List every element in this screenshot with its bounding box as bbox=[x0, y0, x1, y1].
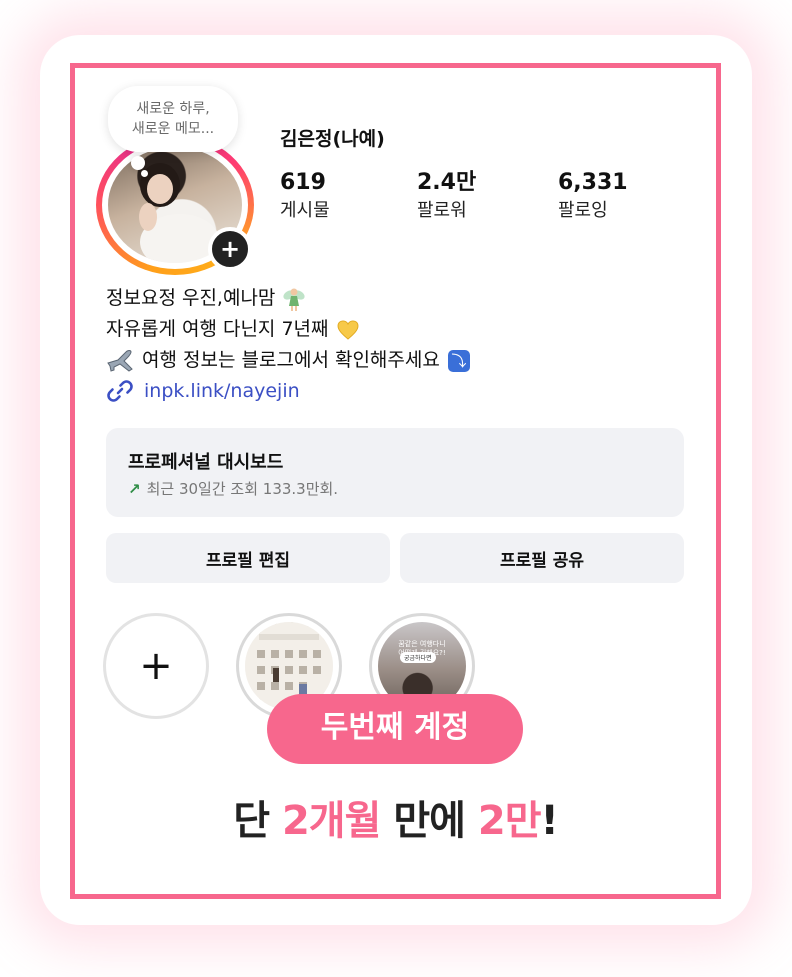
yellow-heart-icon bbox=[337, 319, 359, 340]
profile-username: 김은정(나예) bbox=[280, 128, 385, 150]
note-line-1: 새로운 하루, bbox=[136, 101, 210, 117]
stat-followers-label: 팔로워 bbox=[417, 200, 467, 221]
plus-icon: + bbox=[139, 643, 173, 689]
stat-following-value: 6,331 bbox=[558, 170, 628, 195]
note-bubble-tail bbox=[131, 156, 145, 170]
fairy-icon bbox=[283, 288, 306, 311]
new-highlight-button[interactable]: + bbox=[103, 613, 209, 719]
note-bubble-tail-small bbox=[141, 170, 148, 177]
bio-line-1-text: 정보요정 우진,예나맘 bbox=[106, 287, 276, 309]
headline-part-1: 단 bbox=[233, 798, 282, 844]
dashboard-subtitle: ↗ 최근 30일간 조회 133.3만회. bbox=[128, 478, 338, 499]
dashboard-title: 프로페셔널 대시보드 bbox=[128, 452, 284, 473]
note-line-2: 새로운 메모... bbox=[131, 121, 215, 137]
profile-link[interactable]: inpk.link/nayejin bbox=[106, 377, 300, 405]
second-account-pill: 두번째 계정 bbox=[267, 694, 523, 764]
stat-posts-value: 619 bbox=[280, 170, 326, 195]
highlight-2-caption-1: 꿈같은 여행다니 bbox=[398, 640, 446, 648]
add-story-icon[interactable]: + bbox=[208, 227, 252, 271]
stat-followers-value: 2.4만 bbox=[417, 170, 477, 195]
bio-line-3: 여행 정보는 블로그에서 확인해주세요 ⤵ bbox=[106, 345, 470, 376]
stat-following-label: 팔로잉 bbox=[558, 200, 608, 221]
professional-dashboard[interactable]: 프로페셔널 대시보드 ↗ 최근 30일간 조회 133.3만회. bbox=[106, 428, 684, 517]
stat-posts-label: 게시물 bbox=[280, 200, 330, 221]
headline-exclaim: ! bbox=[540, 798, 559, 844]
note-bubble[interactable]: 새로운 하루, 새로운 메모... bbox=[108, 86, 238, 152]
headline-highlight-months: 2개월 bbox=[281, 798, 381, 844]
highlight-2-chip: 궁금하다면 bbox=[400, 652, 436, 663]
share-profile-button[interactable]: 프로필 공유 bbox=[400, 533, 684, 583]
dashboard-subtitle-text: 최근 30일간 조회 133.3만회. bbox=[146, 480, 339, 498]
down-arrow-icon: ⤵ bbox=[447, 349, 470, 372]
screenshot-frame: 새로운 하루, 새로운 메모... + 김은정(나예) 619 게시물 2.4만… bbox=[70, 63, 721, 899]
link-icon bbox=[107, 380, 133, 402]
stat-following[interactable]: 6,331 팔로잉 bbox=[558, 168, 628, 224]
bio-line-2-text: 자유롭게 여행 다닌지 7년째 bbox=[106, 318, 329, 340]
headline: 단 2개월 만에 2만! bbox=[75, 788, 716, 846]
airplane-icon bbox=[107, 349, 133, 372]
bio-line-1: 정보요정 우진,예나맘 bbox=[106, 283, 470, 314]
edit-profile-button[interactable]: 프로필 편집 bbox=[106, 533, 390, 583]
headline-highlight-count: 2만 bbox=[477, 798, 542, 844]
headline-part-2: 만에 bbox=[380, 798, 478, 844]
bio-line-3-text: 여행 정보는 블로그에서 확인해주세요 bbox=[142, 349, 440, 371]
stat-posts[interactable]: 619 게시물 bbox=[280, 168, 330, 224]
stat-followers[interactable]: 2.4만 팔로워 bbox=[417, 168, 476, 224]
profile-bio: 정보요정 우진,예나맘 자유롭게 여행 다닌지 7년째 여행 정보는 블로그에서… bbox=[106, 283, 470, 376]
trend-up-icon: ↗ bbox=[128, 480, 141, 498]
profile-link-text[interactable]: inpk.link/nayejin bbox=[144, 380, 300, 402]
bio-line-2: 자유롭게 여행 다닌지 7년째 bbox=[106, 314, 470, 345]
